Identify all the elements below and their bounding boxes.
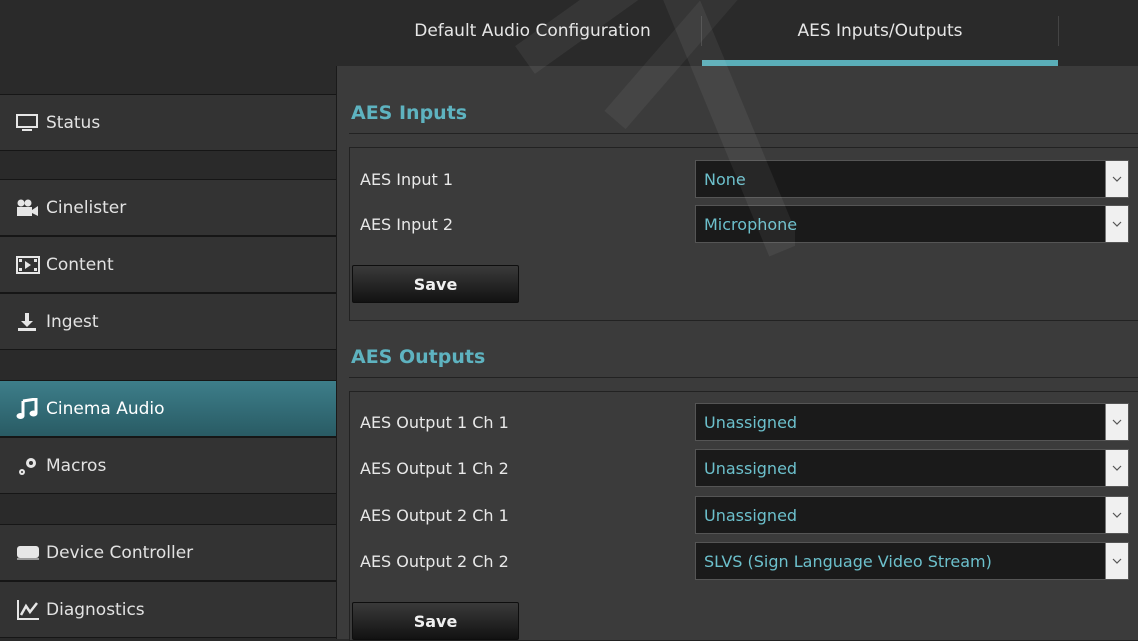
sidebar-item-label: Macros xyxy=(46,455,107,476)
aes-output-1-ch-1-select[interactable]: Unassigned xyxy=(695,403,1129,441)
music-note-icon xyxy=(16,397,42,420)
chevron-down-icon xyxy=(1105,404,1128,440)
aes-input-1-label: AES Input 1 xyxy=(360,170,453,189)
tab-aes-inputs-outputs[interactable]: AES Inputs/Outputs xyxy=(702,0,1058,66)
tab-divider xyxy=(1058,16,1059,46)
section-title-text: AES Outputs xyxy=(351,345,486,368)
aes-output-2-ch-2-select[interactable]: SLVS (Sign Language Video Stream) xyxy=(695,542,1129,580)
select-value: None xyxy=(704,169,746,189)
sidebar-item-macros[interactable]: Macros xyxy=(0,437,336,494)
save-outputs-button[interactable]: Save xyxy=(352,602,519,640)
aes-inputs-panel: AES Input 1 None AES Input 2 Microphone … xyxy=(349,147,1138,321)
save-inputs-button[interactable]: Save xyxy=(352,265,519,303)
tab-label: Default Audio Configuration xyxy=(414,21,651,41)
section-title-aes-outputs: AES Outputs xyxy=(349,336,1138,378)
section-title-text: AES Inputs xyxy=(351,101,468,124)
sidebar-item-cinelister[interactable]: Cinelister xyxy=(0,179,336,236)
tab-default-audio-configuration[interactable]: Default Audio Configuration xyxy=(365,0,700,66)
sidebar-item-label: Cinema Audio xyxy=(46,398,165,419)
sidebar-item-cinema-audio[interactable]: Cinema Audio xyxy=(0,380,336,437)
sidebar-item-label: Content xyxy=(46,254,114,275)
tab-label: AES Inputs/Outputs xyxy=(797,21,963,41)
sidebar-item-diagnostics[interactable]: Diagnostics xyxy=(0,581,336,638)
chevron-down-icon xyxy=(1105,161,1128,197)
device-icon xyxy=(16,542,42,564)
download-icon xyxy=(16,311,42,333)
chevron-down-icon xyxy=(1105,206,1128,242)
section-title-aes-inputs: AES Inputs xyxy=(349,92,1138,134)
chevron-down-icon xyxy=(1105,497,1128,533)
aes-input-1-select[interactable]: None xyxy=(695,160,1129,198)
camera-icon xyxy=(16,197,42,219)
sidebar-item-device-controller[interactable]: Device Controller xyxy=(0,524,336,581)
sidebar-item-label: Diagnostics xyxy=(46,599,145,620)
select-value: SLVS (Sign Language Video Stream) xyxy=(704,551,992,571)
aes-output-2-ch-2-label: AES Output 2 Ch 2 xyxy=(360,552,509,571)
select-value: Unassigned xyxy=(704,505,798,525)
chevron-down-icon xyxy=(1105,543,1128,579)
film-icon xyxy=(16,254,42,276)
sidebar-item-content[interactable]: Content xyxy=(0,236,336,293)
chart-icon xyxy=(16,599,42,621)
aes-input-2-label: AES Input 2 xyxy=(360,215,453,234)
sidebar-item-status[interactable]: Status xyxy=(0,94,336,151)
aes-outputs-panel: AES Output 1 Ch 1 Unassigned AES Output … xyxy=(349,391,1138,641)
sidebar-item-label: Status xyxy=(46,112,101,133)
aes-input-2-select[interactable]: Microphone xyxy=(695,205,1129,243)
aes-output-2-ch-1-select[interactable]: Unassigned xyxy=(695,496,1129,534)
aes-output-1-ch-2-label: AES Output 1 Ch 2 xyxy=(360,459,509,478)
aes-output-1-ch-2-select[interactable]: Unassigned xyxy=(695,449,1129,487)
chevron-down-icon xyxy=(1105,450,1128,486)
monitor-icon xyxy=(16,112,42,134)
sidebar-item-label: Ingest xyxy=(46,311,99,332)
top-tab-bar: Default Audio Configuration AES Inputs/O… xyxy=(0,0,1138,66)
aes-output-1-ch-1-label: AES Output 1 Ch 1 xyxy=(360,413,509,432)
sidebar-item-label: Cinelister xyxy=(46,197,127,218)
select-value: Microphone xyxy=(704,214,798,234)
select-value: Unassigned xyxy=(704,412,798,432)
sidebar-nav: Status Cinelister Content Ingest Cinema … xyxy=(0,66,336,639)
main-content: AES Inputs AES Input 1 None AES Input 2 … xyxy=(336,66,1138,641)
select-value: Unassigned xyxy=(704,458,798,478)
sidebar-item-ingest[interactable]: Ingest xyxy=(0,293,336,350)
aes-output-2-ch-1-label: AES Output 2 Ch 1 xyxy=(360,506,509,525)
gears-icon xyxy=(16,455,42,477)
sidebar-item-label: Device Controller xyxy=(46,542,194,563)
